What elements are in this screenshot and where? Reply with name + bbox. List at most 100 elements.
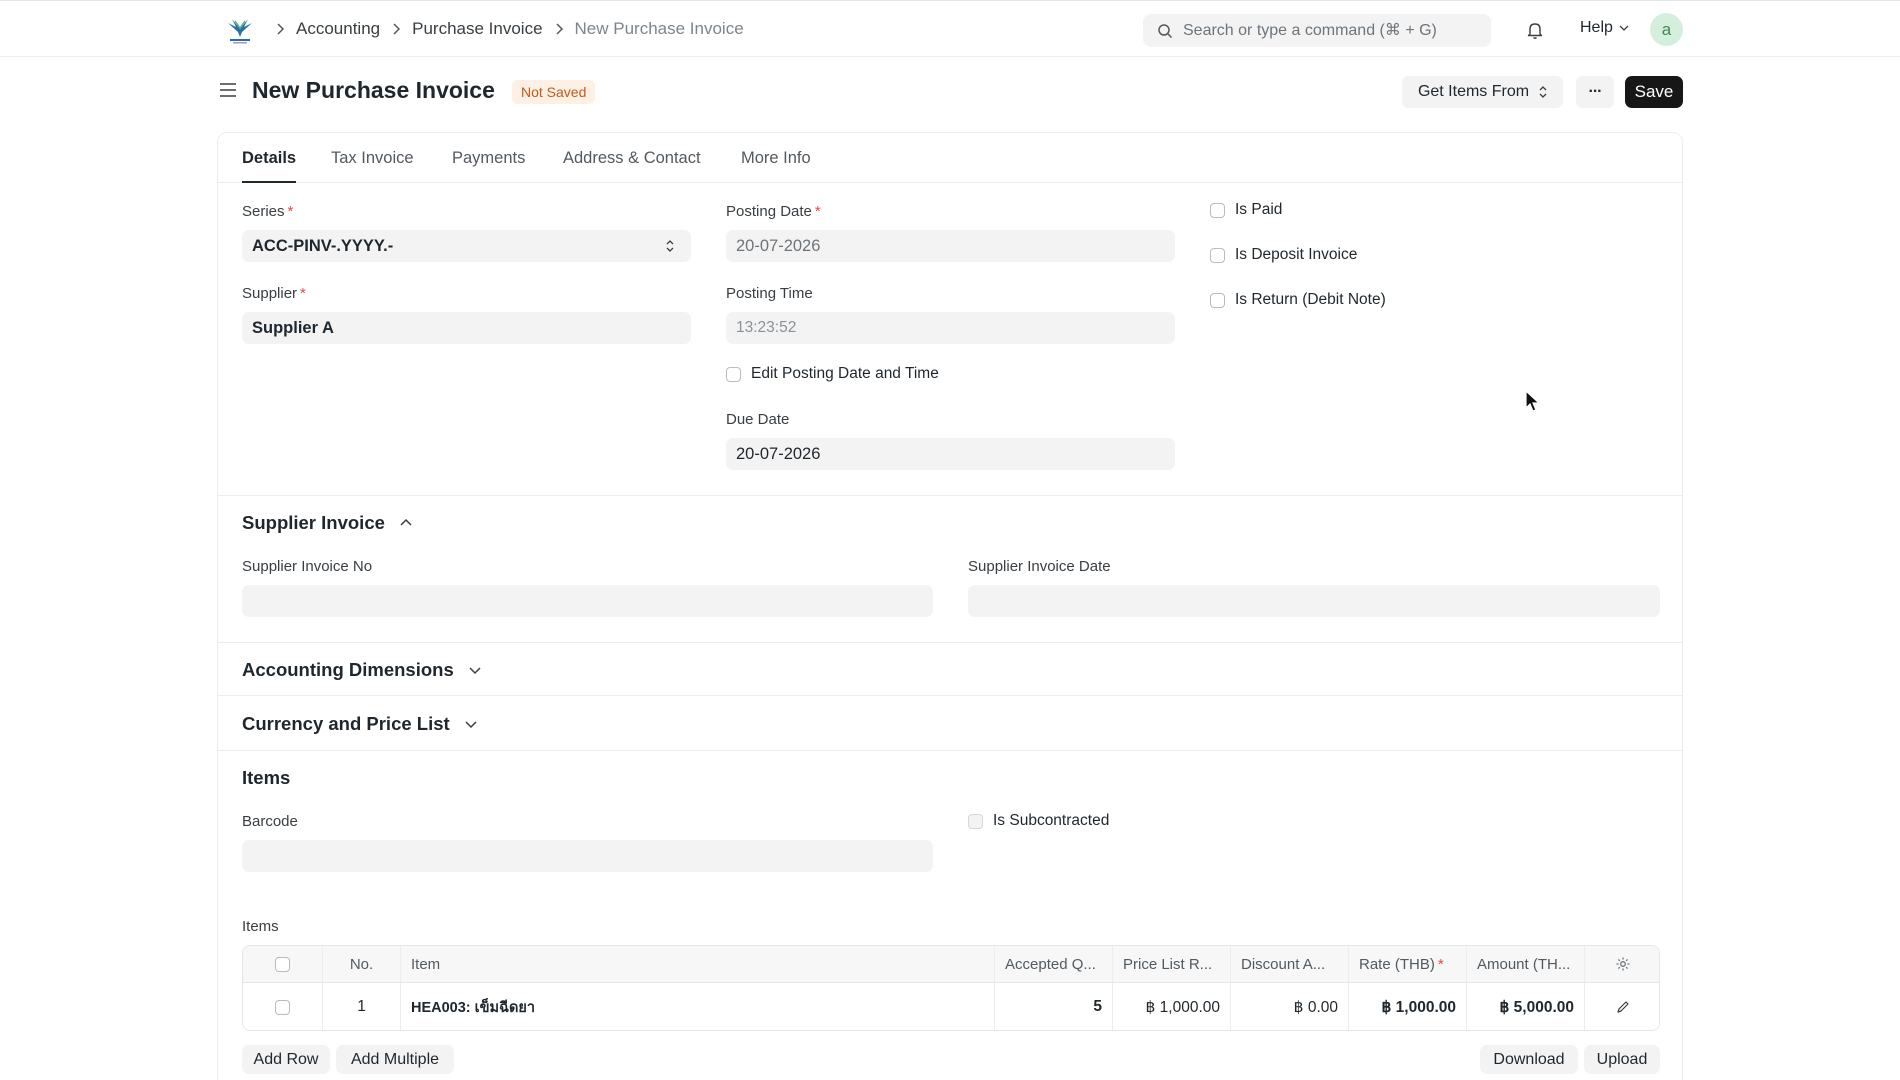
row-item[interactable]: HEA003: เข็มฉีดยา [401,983,995,1030]
header-rate: Rate (THB) * [1349,946,1467,982]
status-badge: Not Saved [512,80,596,104]
is-subcontracted-label[interactable]: Is Subcontracted [993,812,1109,830]
top-navbar: Accounting Purchase Invoice New Purchase… [0,0,1900,57]
tab-address-contact[interactable]: Address & Contact [563,149,701,168]
due-date-field[interactable]: 20-07-2026 [726,438,1175,470]
breadcrumb: Accounting Purchase Invoice New Purchase… [274,19,754,39]
accounting-dimensions-title: Accounting Dimensions [242,659,454,680]
is-deposit-checkbox[interactable] [1210,248,1225,263]
is-paid-label[interactable]: Is Paid [1235,201,1282,219]
supplier-field[interactable]: Supplier A [242,312,691,344]
chevron-down-icon [469,667,481,675]
items-table: No. Item Accepted Q... Price List R... D… [242,945,1660,1031]
user-avatar[interactable]: a [1650,13,1683,46]
supplier-label: Supplier * [242,285,306,302]
barcode-field[interactable] [242,840,933,872]
more-actions-button[interactable]: ··· [1576,76,1614,108]
get-items-from-button[interactable]: Get Items From [1402,76,1563,108]
edit-posting-label[interactable]: Edit Posting Date and Time [751,365,939,383]
select-arrows-icon [666,240,674,252]
row-amount: ฿ 5,000.00 [1467,983,1585,1030]
save-button[interactable]: Save [1625,76,1683,108]
row-edit-cell [1585,983,1659,1030]
row-accepted-qty[interactable]: 5 [995,983,1113,1030]
section-divider [218,695,1682,696]
breadcrumb-accounting[interactable]: Accounting [296,19,380,39]
header-no: No. [323,946,401,982]
supplier-invoice-date-label: Supplier Invoice Date [968,558,1111,575]
up-down-icon [1539,86,1547,98]
form-card: Details Tax Invoice Payments Address & C… [217,132,1683,1080]
tab-tax-invoice[interactable]: Tax Invoice [331,149,414,168]
accounting-dimensions-section-toggle[interactable]: Accounting Dimensions [242,659,482,681]
tab-details[interactable]: Details [242,149,296,168]
currency-price-list-title: Currency and Price List [242,713,450,734]
due-date-label: Due Date [726,411,790,428]
row-checkbox[interactable] [275,999,290,1015]
help-dropdown[interactable]: Help [1580,19,1629,37]
section-divider [218,750,1682,751]
supplier-invoice-date-field[interactable] [968,585,1660,617]
row-rate[interactable]: ฿ 1,000.00 [1349,983,1467,1030]
tab-payments[interactable]: Payments [452,149,525,168]
search-input[interactable] [1183,21,1473,40]
awesomebar-search[interactable] [1143,14,1491,47]
row-no: 1 [323,983,401,1030]
select-all-cell [243,946,323,982]
series-select[interactable]: ACC-PINV-.YYYY.- [242,230,691,262]
series-value: ACC-PINV-.YYYY.- [252,236,394,255]
header-item: Item [401,946,995,982]
breadcrumb-purchase-invoice[interactable]: Purchase Invoice [412,19,542,39]
app-logo[interactable] [224,15,256,45]
posting-date-label: Posting Date * [726,203,821,220]
select-all-checkbox[interactable] [275,956,290,972]
mouse-pointer-icon [1525,390,1541,412]
search-icon [1158,23,1173,38]
tab-more-info[interactable]: More Info [741,149,811,168]
is-paid-checkbox[interactable] [1210,203,1225,218]
supplier-invoice-section-toggle[interactable]: Supplier Invoice [242,512,413,534]
series-label: Series * [242,203,294,220]
header-amount: Amount (TH... [1467,946,1585,982]
sidebar-toggle-icon[interactable] [219,82,237,98]
row-price-list-rate[interactable]: ฿ 1,000.00 [1113,983,1231,1030]
is-subcontracted-checkbox[interactable] [968,814,983,829]
breadcrumb-current: New Purchase Invoice [574,19,744,38]
is-deposit-label[interactable]: Is Deposit Invoice [1235,246,1357,264]
column-settings-cell [1585,946,1659,982]
supplier-invoice-no-field[interactable] [242,585,933,617]
table-header-row: No. Item Accepted Q... Price List R... D… [243,946,1659,983]
upload-button[interactable]: Upload [1584,1045,1660,1074]
help-label: Help [1580,19,1613,36]
download-button[interactable]: Download [1480,1045,1578,1074]
edit-posting-checkbox[interactable] [726,367,741,382]
active-tab-indicator [242,181,296,183]
currency-price-list-section-toggle[interactable]: Currency and Price List [242,713,478,735]
gear-icon[interactable] [1615,956,1631,972]
chevron-down-icon [1619,25,1629,31]
section-divider [218,642,1682,643]
table-row[interactable]: 1 HEA003: เข็มฉีดยา 5 ฿ 1,000.00 ฿ 0.00 … [243,983,1659,1030]
add-row-button[interactable]: Add Row [242,1045,330,1074]
chevron-right-icon [555,23,564,35]
posting-time-field[interactable]: 13:23:52 [726,312,1175,344]
header-accepted-qty: Accepted Q... [995,946,1113,982]
header-price-list-rate: Price List R... [1113,946,1231,982]
is-return-checkbox[interactable] [1210,293,1225,308]
page-title: New Purchase Invoice [252,77,495,103]
form-tabs: Details Tax Invoice Payments Address & C… [218,133,1682,183]
row-discount[interactable]: ฿ 0.00 [1231,983,1349,1030]
items-section-title: Items [242,767,291,788]
posting-date-field[interactable]: 20-07-2026 [726,230,1175,262]
section-divider [218,495,1682,496]
chevron-right-icon [392,23,401,35]
posting-time-label: Posting Time [726,285,813,302]
supplier-invoice-title: Supplier Invoice [242,512,385,533]
supplier-invoice-no-label: Supplier Invoice No [242,558,373,575]
barcode-label: Barcode [242,813,298,830]
add-multiple-button[interactable]: Add Multiple [336,1045,454,1074]
edit-pencil-icon[interactable] [1616,1000,1630,1014]
is-return-label[interactable]: Is Return (Debit Note) [1235,291,1386,309]
get-items-from-label: Get Items From [1417,83,1530,100]
notification-bell-icon[interactable] [1524,19,1546,41]
